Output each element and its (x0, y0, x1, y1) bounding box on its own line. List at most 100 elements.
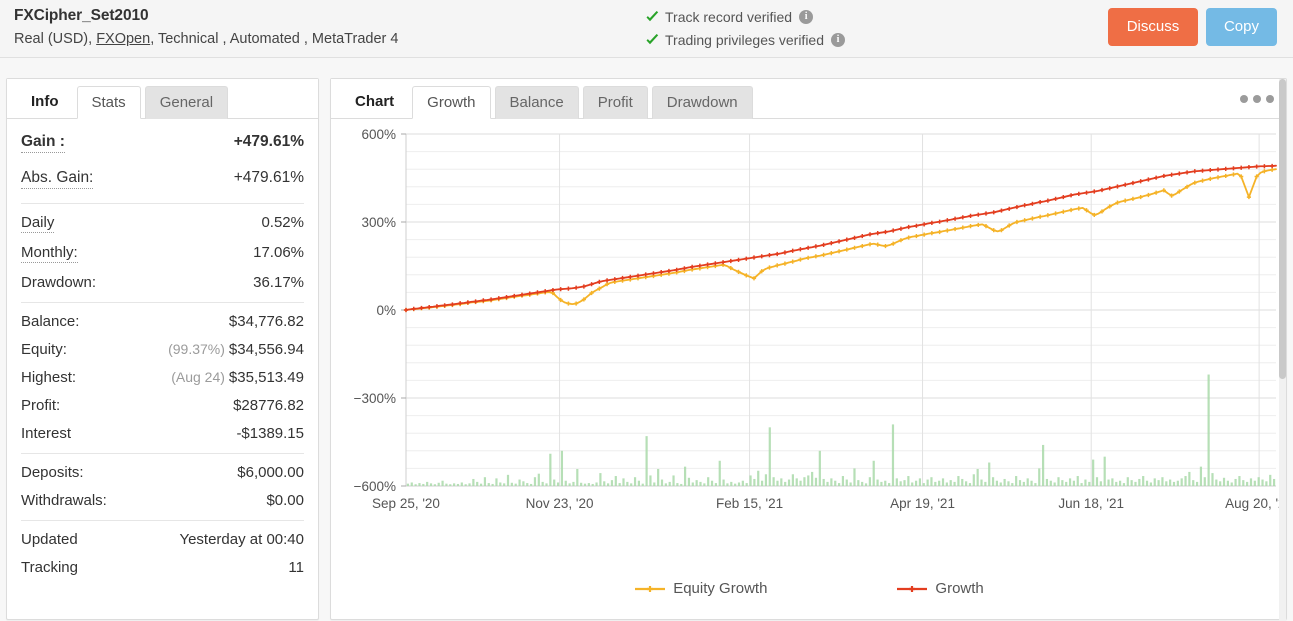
stats-group: Updated Yesterday at 00:40 Tracking 11 (21, 525, 304, 581)
tab-chart[interactable]: Chart (341, 86, 408, 118)
growth-chart: 600% 300% 0% −300% −600% Sep 25, '20 Nov 23, '… (331, 119, 1288, 619)
stat-value: -$1389.15 (236, 425, 304, 442)
stats-list: Gain : +479.61% Abs. Gain: +479.61% Dail… (7, 119, 318, 581)
stat-value: $35,513.49 (228, 369, 304, 386)
chart-tabbar: Chart Growth Balance Profit Drawdown (331, 79, 1286, 119)
legend-label: Growth (935, 580, 984, 597)
divider (21, 453, 304, 454)
stat-label[interactable]: Daily (21, 214, 55, 233)
stat-row-drawdown: Drawdown: 36.17% (21, 268, 304, 296)
stats-group: Daily 0.52% Monthly: 17.06% Drawdown: 36… (21, 208, 304, 296)
verification-row: Trading privileges verified i (645, 29, 845, 51)
page-header: FXCipher_Set2010 Real (USD), FXOpen, Tec… (0, 0, 1293, 58)
stat-row-equity: Equity: (99.37%) $34,556.94 (21, 335, 304, 363)
stat-row-highest: Highest: (Aug 24) $35,513.49 (21, 363, 304, 391)
stat-value: $34,776.82 (228, 313, 304, 330)
info-icon[interactable]: i (799, 10, 814, 24)
stat-label: Interest (21, 425, 72, 442)
check-icon (645, 33, 660, 48)
svg-text:0%: 0% (376, 303, 396, 318)
stat-label: Tracking (21, 559, 78, 576)
tab-general[interactable]: General (144, 86, 229, 119)
stat-row-abs-gain: Abs. Gain: +479.61% (21, 161, 304, 197)
info-icon[interactable]: i (831, 33, 845, 47)
stats-group: Gain : +479.61% Abs. Gain: +479.61% (21, 125, 304, 197)
verification-row: Track record verified i (645, 6, 845, 28)
svg-text:Jun 18, '21: Jun 18, '21 (1058, 496, 1124, 511)
divider (21, 302, 304, 303)
stat-row-profit: Profit: $28776.82 (21, 391, 304, 419)
svg-text:Aug 20, '21: Aug 20, '21 (1225, 496, 1286, 511)
account-meta-suffix: , Technical , Automated , MetaTrader 4 (150, 31, 399, 47)
stat-label[interactable]: Abs. Gain: (21, 169, 94, 189)
account-type: Real (USD), (14, 31, 93, 47)
svg-text:Apr 19, '21: Apr 19, '21 (890, 496, 955, 511)
stat-value: $34,556.94 (228, 341, 304, 358)
stat-label: Drawdown: (21, 274, 97, 291)
svg-text:−300%: −300% (354, 391, 396, 406)
legend-item-growth[interactable]: Growth (897, 580, 984, 597)
stat-row-daily: Daily 0.52% (21, 208, 304, 238)
stat-label: Updated (21, 531, 78, 548)
account-title-block: FXCipher_Set2010 Real (USD), FXOpen, Tec… (14, 6, 398, 50)
stats-group: Deposits: $6,000.00 Withdrawals: $0.00 (21, 458, 304, 514)
stat-row-balance: Balance: $34,776.82 (21, 307, 304, 335)
verification-block: Track record verified i Trading privileg… (645, 6, 845, 52)
stats-panel: Info Stats General Gain : +479.61% Abs. … (6, 78, 319, 620)
svg-text:Sep 25, '20: Sep 25, '20 (372, 496, 440, 511)
legend-swatch-icon (635, 585, 666, 592)
stat-value: $28776.82 (233, 397, 304, 414)
tab-profit[interactable]: Profit (582, 86, 648, 119)
stat-label: Balance: (21, 313, 80, 330)
tab-stats[interactable]: Stats (76, 86, 141, 119)
stat-row-tracking: Tracking 11 (21, 553, 304, 581)
stat-label[interactable]: Monthly: (21, 244, 78, 263)
chart-legend: Equity Growth Growth (331, 580, 1288, 597)
stat-value-wrap: (Aug 24) $35,513.49 (171, 369, 304, 386)
stats-tabbar: Info Stats General (7, 79, 318, 119)
stat-value: 11 (288, 559, 304, 576)
svg-text:300%: 300% (361, 215, 396, 230)
stat-value: 36.17% (253, 274, 304, 291)
stat-value: $0.00 (266, 492, 304, 509)
copy-button[interactable]: Copy (1205, 8, 1277, 46)
highest-date: (Aug 24) (171, 369, 225, 385)
vertical-scrollbar[interactable] (1279, 79, 1286, 621)
tab-drawdown[interactable]: Drawdown (651, 86, 753, 119)
check-icon (645, 10, 660, 25)
stat-row-withdrawals: Withdrawals: $0.00 (21, 486, 304, 514)
stat-row-gain: Gain : +479.61% (21, 125, 304, 161)
tab-growth[interactable]: Growth (412, 86, 491, 119)
svg-text:Nov 23, '20: Nov 23, '20 (526, 496, 594, 511)
tab-info[interactable]: Info (17, 86, 73, 118)
stat-label: Deposits: (21, 464, 84, 481)
stat-value: +479.61% (233, 169, 304, 186)
chart-svg[interactable]: 600% 300% 0% −300% −600% Sep 25, '20 Nov 23, '… (331, 119, 1286, 589)
broker-link[interactable]: FXOpen (96, 31, 150, 47)
svg-text:−600%: −600% (354, 479, 396, 494)
ellipsis-icon[interactable] (1240, 89, 1274, 109)
stat-row-updated: Updated Yesterday at 00:40 (21, 525, 304, 553)
scrollbar-thumb[interactable] (1279, 79, 1286, 379)
stat-label: Withdrawals: (21, 492, 107, 509)
stat-label[interactable]: Gain : (21, 133, 65, 153)
stat-label: Profit: (21, 397, 61, 414)
discuss-button[interactable]: Discuss (1107, 8, 1198, 46)
equity-percent: (99.37%) (168, 341, 225, 357)
verification-label: Trading privileges verified (665, 32, 824, 48)
stat-row-monthly: Monthly: 17.06% (21, 238, 304, 268)
stat-row-interest: Interest -$1389.15 (21, 419, 304, 447)
stat-value: 0.52% (261, 214, 304, 231)
verification-label: Track record verified (665, 9, 793, 25)
stat-value: 17.06% (253, 244, 304, 261)
chart-panel: Chart Growth Balance Profit Drawdown 600… (330, 78, 1288, 621)
stat-value: Yesterday at 00:40 (179, 531, 304, 548)
stat-value: +479.61% (233, 133, 304, 150)
header-actions: Discuss Copy (1107, 8, 1277, 46)
legend-item-equity-growth[interactable]: Equity Growth (635, 580, 767, 597)
divider (21, 520, 304, 521)
legend-label: Equity Growth (673, 580, 768, 597)
stat-label: Highest: (21, 369, 77, 386)
account-meta: Real (USD), FXOpen, Technical , Automate… (14, 28, 398, 50)
tab-balance[interactable]: Balance (494, 86, 579, 119)
